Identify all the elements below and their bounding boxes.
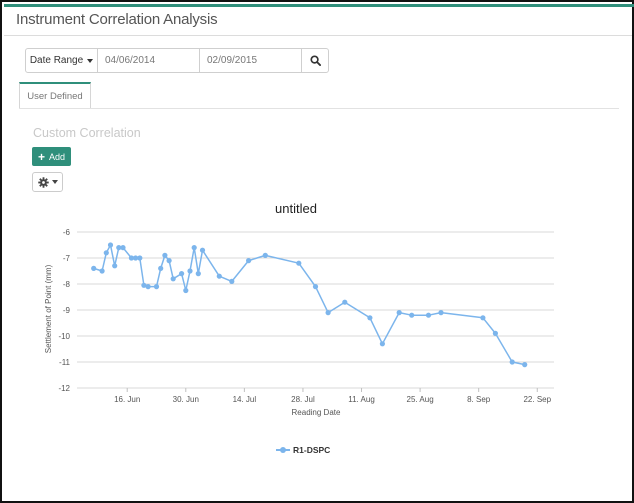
section-title: Custom Correlation	[33, 126, 141, 140]
data-point[interactable]	[195, 271, 201, 277]
data-point[interactable]	[325, 310, 331, 316]
data-point[interactable]	[396, 310, 402, 316]
data-point[interactable]	[145, 284, 151, 290]
add-button[interactable]: + Add	[32, 147, 71, 166]
search-button[interactable]	[302, 49, 328, 72]
add-button-label: Add	[49, 151, 66, 162]
caret-down-icon	[87, 58, 94, 63]
date-range-toolbar: Date Range	[25, 48, 329, 73]
data-point[interactable]	[170, 276, 176, 282]
x-tick-label: 16. Jun	[114, 395, 140, 404]
data-point[interactable]	[425, 312, 432, 318]
gear-icon	[37, 176, 49, 188]
legend-series-label: R1-DSPC	[293, 445, 330, 455]
chart-title: untitled	[275, 201, 317, 216]
x-tick-label: 30. Jun	[173, 395, 199, 404]
plus-icon: +	[37, 149, 45, 164]
y-axis-ticks: -6 -7 -8 -9 -10 -11 -12	[58, 228, 70, 393]
data-point[interactable]	[342, 299, 348, 305]
page-title: Instrument Correlation Analysis	[16, 11, 218, 28]
data-point[interactable]	[91, 265, 97, 271]
x-tick-label: 8. Sep	[467, 395, 491, 404]
data-point[interactable]	[312, 284, 319, 290]
data-point[interactable]	[509, 359, 515, 365]
data-point[interactable]	[492, 330, 498, 336]
data-point[interactable]	[367, 315, 373, 321]
data-point[interactable]	[438, 310, 444, 316]
data-point[interactable]	[199, 247, 206, 253]
settlement-chart: untitled -6 -7 -8 -9 -10 -11 -12 16. Jun 30. Ju…	[44, 201, 554, 455]
data-point[interactable]	[296, 260, 302, 266]
series-line	[93, 244, 525, 366]
data-point[interactable]	[409, 312, 415, 318]
app-window: Instrument Correlation Analysis Date Ran…	[0, 0, 634, 503]
y-tick-label: -12	[58, 384, 70, 393]
x-axis-label: Reading Date	[292, 408, 341, 417]
start-date-input[interactable]	[98, 49, 200, 72]
data-point[interactable]	[187, 268, 193, 274]
data-point[interactable]	[183, 287, 189, 294]
date-range-dropdown[interactable]: Date Range	[26, 49, 98, 72]
accent-bar	[4, 4, 634, 7]
tab-label: User Defined	[27, 91, 83, 102]
data-point[interactable]	[379, 341, 385, 347]
search-icon	[309, 55, 321, 66]
x-tick-label: 14. Jul	[233, 395, 257, 404]
chart-series	[91, 242, 528, 368]
data-point[interactable]	[262, 252, 268, 258]
y-tick-label: -8	[63, 280, 71, 289]
data-point[interactable]	[103, 250, 109, 256]
data-point[interactable]	[191, 245, 197, 251]
chart-grid	[77, 231, 554, 389]
data-point[interactable]	[246, 258, 252, 264]
x-tick-label: 22. Sep	[523, 395, 551, 404]
tab-divider	[19, 108, 619, 109]
date-range-label: Date Range	[29, 55, 84, 66]
end-date-input[interactable]	[200, 49, 302, 72]
data-point[interactable]	[153, 284, 160, 290]
settings-dropdown-button[interactable]	[32, 172, 63, 192]
y-tick-label: -10	[58, 332, 70, 341]
x-axis-ticks: 16. Jun 30. Jun 14. Jul 28. Jul 11. Aug 25. A…	[114, 388, 552, 404]
data-point[interactable]	[120, 245, 126, 251]
data-point[interactable]	[166, 258, 172, 264]
y-tick-label: -11	[59, 358, 71, 367]
y-tick-label: -6	[63, 228, 71, 237]
y-axis-label: Settlement of Point (mm)	[44, 264, 53, 353]
tab-user-defined[interactable]: User Defined	[19, 82, 91, 109]
data-point[interactable]	[522, 362, 528, 368]
caret-down-icon	[51, 180, 58, 184]
title-divider	[4, 35, 632, 36]
legend-series-marker	[280, 447, 286, 453]
data-point[interactable]	[107, 242, 114, 248]
x-tick-label: 28. Jul	[291, 395, 315, 404]
legend[interactable]: R1-DSPC	[276, 445, 330, 455]
data-point[interactable]	[112, 263, 118, 269]
y-tick-label: -9	[63, 306, 71, 315]
x-tick-label: 11. Aug	[348, 395, 375, 404]
data-point[interactable]	[137, 255, 143, 261]
data-point[interactable]	[179, 271, 185, 277]
data-point[interactable]	[229, 278, 235, 284]
data-point[interactable]	[99, 268, 105, 274]
x-tick-label: 25. Aug	[407, 395, 434, 404]
data-point[interactable]	[480, 315, 486, 321]
data-point[interactable]	[158, 265, 164, 271]
data-point[interactable]	[216, 273, 222, 279]
data-point[interactable]	[162, 252, 168, 258]
y-tick-label: -7	[63, 254, 71, 263]
